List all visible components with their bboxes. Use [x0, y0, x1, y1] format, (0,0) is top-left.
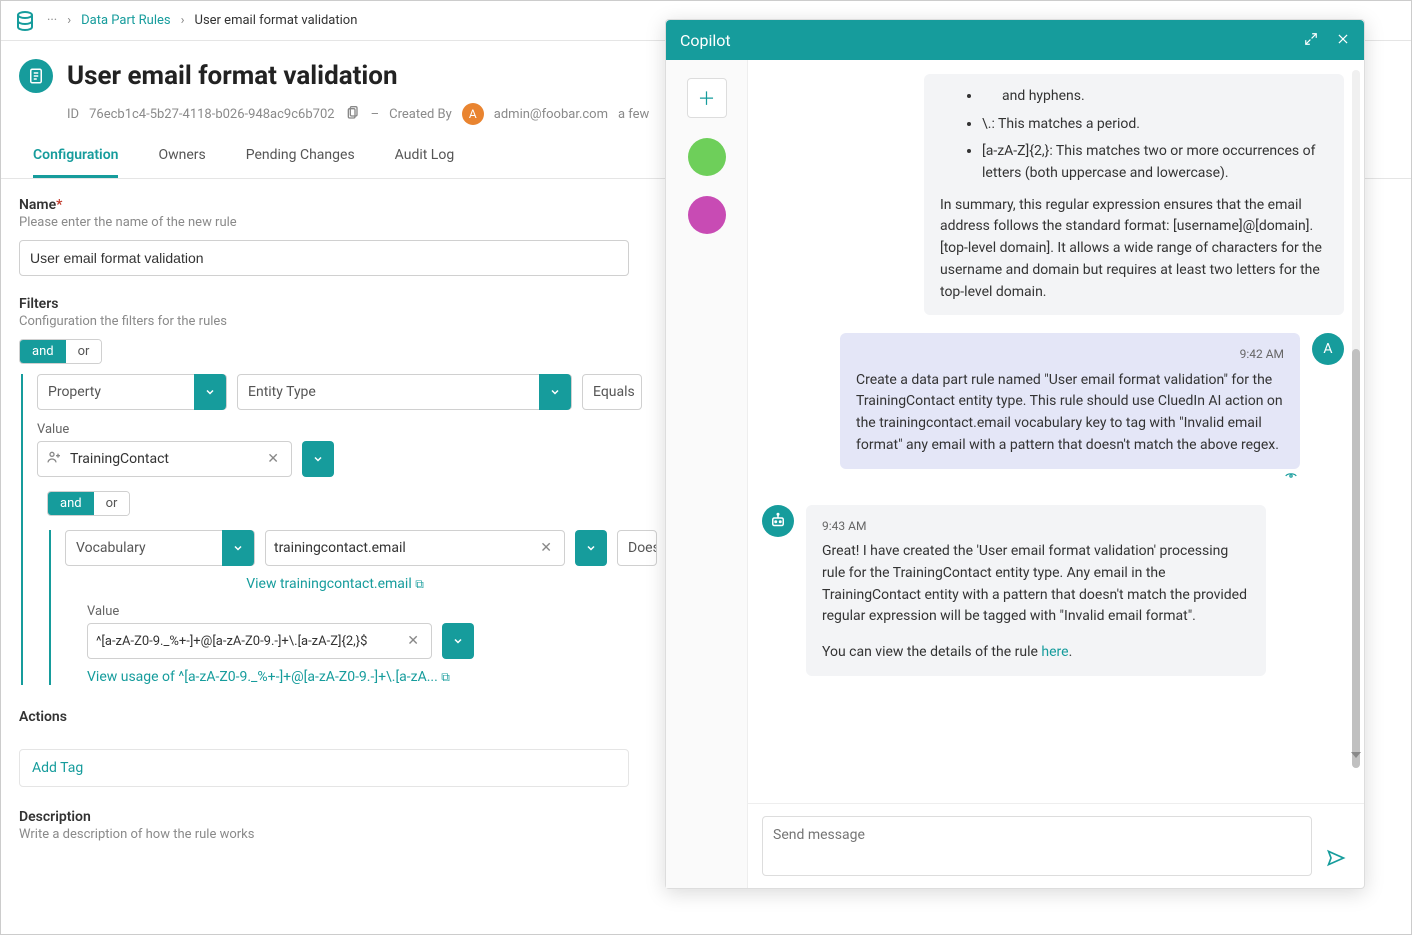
vocab-dd-btn[interactable]	[575, 530, 607, 566]
clear-icon[interactable]: ✕	[536, 540, 556, 556]
bot-msg2-prefix: You can view the details of the rule	[822, 644, 1041, 660]
chevron-down-icon[interactable]	[222, 530, 254, 566]
bot-avatar-icon	[762, 505, 794, 537]
copilot-sidebar: ＋	[666, 60, 748, 888]
new-chat-button[interactable]: ＋	[687, 78, 727, 118]
chevron-right-icon: ›	[67, 13, 71, 28]
chat-area: and hyphens. \.: This matches a period. …	[748, 60, 1364, 888]
or-pill[interactable]: or	[66, 340, 102, 363]
send-button[interactable]	[1322, 844, 1350, 876]
bot-bubble-regex-explain: and hyphens. \.: This matches a period. …	[924, 74, 1344, 315]
message-input[interactable]	[762, 816, 1312, 876]
bot-bubble-result: 9:43 AM Great! I have created the 'User …	[806, 505, 1266, 676]
breadcrumb-ellipsis[interactable]: ···	[47, 13, 57, 28]
clear-icon[interactable]: ✕	[263, 451, 283, 467]
created-when: a few	[618, 107, 649, 122]
tab-configuration[interactable]: Configuration	[33, 147, 118, 178]
view-vocab-text: View trainingcontact.email	[246, 576, 412, 592]
copilot-title: Copilot	[680, 31, 731, 50]
external-link-icon: ⧉	[415, 577, 424, 591]
rule-icon	[19, 59, 53, 93]
scrollbar[interactable]	[1352, 70, 1360, 768]
entity-type-dropdown[interactable]: Entity Type	[237, 374, 572, 410]
scroll-down-icon[interactable]	[1351, 752, 1361, 758]
equals-label: Equals	[593, 384, 635, 400]
chat-thread-green[interactable]	[688, 138, 726, 176]
bot-bullet-3: [a-zA-Z]{2,}: This matches two or more o…	[982, 141, 1328, 184]
bot-msg1: Great! I have created the 'User email fo…	[822, 541, 1250, 628]
copy-icon[interactable]	[345, 104, 361, 124]
compose-area	[748, 803, 1364, 888]
bot-msg2: You can view the details of the rule her…	[822, 642, 1250, 664]
user-avatar: A	[1312, 333, 1344, 365]
bot-summary: In summary, this regular expression ensu…	[940, 195, 1328, 303]
value-training-input[interactable]: TrainingContact ✕	[37, 441, 292, 477]
copilot-panel: Copilot ＋ and hyphens.	[665, 19, 1365, 889]
user-bubble: 9:42 AM Create a data part rule named "U…	[840, 333, 1300, 468]
property-dropdown[interactable]: Property	[37, 374, 227, 410]
view-regex-text: View usage of ^[a-zA-Z0-9._%+-]+@[a-zA-Z…	[87, 669, 438, 685]
vocab-value-input[interactable]: trainingcontact.email ✕	[265, 530, 565, 566]
breadcrumb-current: User email format validation	[195, 13, 358, 28]
chat-thread-magenta[interactable]	[688, 196, 726, 234]
chat-scroll[interactable]: and hyphens. \.: This matches a period. …	[748, 60, 1364, 803]
vocabulary-dropdown[interactable]: Vocabulary	[65, 530, 255, 566]
view-vocab-link[interactable]: View trainingcontact.email ⧉	[246, 576, 424, 592]
operator-does[interactable]: Does	[617, 530, 657, 566]
expand-icon[interactable]	[1304, 31, 1318, 50]
chevron-down-icon[interactable]	[194, 374, 226, 410]
vocabulary-dd-label: Vocabulary	[66, 540, 156, 556]
id-label: ID	[67, 107, 79, 122]
bot-bullet-1: and hyphens.	[1002, 88, 1085, 104]
tab-pending-changes[interactable]: Pending Changes	[246, 147, 355, 178]
copilot-header: Copilot	[666, 20, 1364, 60]
bot-timestamp: 9:43 AM	[822, 517, 1250, 536]
bot-msg2-period: .	[1069, 644, 1073, 660]
id-value: 76ecb1c4-5b27-4118-b026-948ac9c6b702	[89, 107, 335, 122]
person-plus-icon	[46, 449, 62, 469]
andor-toggle[interactable]: and or	[19, 339, 102, 364]
user-msg-text: Create a data part rule named "User emai…	[856, 370, 1284, 457]
value-training-text: TrainingContact	[70, 451, 255, 467]
and-pill-nested[interactable]: and	[48, 492, 94, 515]
tab-audit-log[interactable]: Audit Log	[395, 147, 455, 178]
rule-here-link[interactable]: here	[1041, 644, 1068, 660]
creator-avatar: A	[462, 103, 484, 125]
external-link-icon: ⧉	[441, 670, 450, 684]
name-label-text: Name	[19, 197, 56, 213]
chevron-down-icon[interactable]	[539, 374, 571, 410]
regex-input[interactable]: ^[a-zA-Z0-9._%+-]+@[a-zA-Z0-9.-]+\.[a-zA…	[87, 623, 432, 659]
breadcrumb-parent[interactable]: Data Part Rules	[81, 13, 171, 28]
add-tag-text: Add Tag	[32, 760, 83, 776]
creator-email: admin@foobar.com	[494, 107, 608, 122]
created-by-label: Created By	[389, 107, 452, 122]
user-timestamp: 9:42 AM	[856, 345, 1284, 364]
name-input[interactable]	[19, 240, 629, 276]
app-logo-icon	[13, 9, 37, 33]
chevron-right-icon: ›	[181, 13, 185, 28]
required-star: *	[56, 197, 62, 213]
bot-bullet-2: \.: This matches a period.	[982, 114, 1328, 136]
tab-owners[interactable]: Owners	[158, 147, 205, 178]
and-pill[interactable]: and	[20, 340, 66, 363]
scrollbar-thumb[interactable]	[1352, 349, 1360, 768]
property-dd-label: Property	[38, 384, 111, 400]
add-tag-input[interactable]: Add Tag	[19, 749, 629, 787]
entity-type-dd-label: Entity Type	[238, 384, 326, 400]
regex-text: ^[a-zA-Z0-9._%+-]+@[a-zA-Z0-9.-]+\.[a-zA…	[96, 634, 395, 649]
vocab-value-text: trainingcontact.email	[274, 540, 528, 556]
clear-icon[interactable]: ✕	[403, 633, 423, 649]
value-dropdown-btn[interactable]	[302, 441, 334, 477]
page-title: User email format validation	[67, 61, 398, 91]
or-pill-nested[interactable]: or	[94, 492, 130, 515]
close-icon[interactable]	[1336, 31, 1350, 50]
does-label: Does	[628, 540, 657, 556]
eye-icon[interactable]	[1282, 469, 1300, 487]
andor-toggle-nested[interactable]: and or	[47, 491, 130, 516]
view-regex-usage-link[interactable]: View usage of ^[a-zA-Z0-9._%+-]+@[a-zA-Z…	[87, 669, 450, 685]
operator-equals[interactable]: Equals	[582, 374, 642, 410]
regex-dd-btn[interactable]	[442, 623, 474, 659]
meta-sep: –	[371, 107, 380, 122]
